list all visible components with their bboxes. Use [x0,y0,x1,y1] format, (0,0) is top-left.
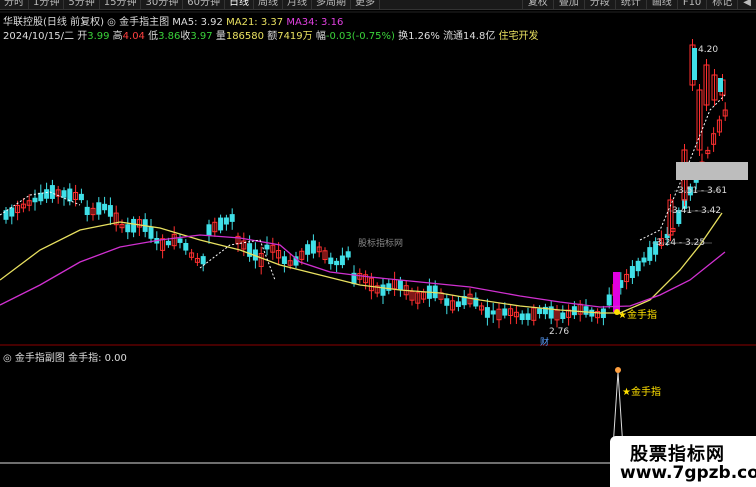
candle-body [61,190,67,198]
level-label-2: 3.41 - 3.42 [672,206,722,216]
candle-body [560,312,566,320]
candle-body [32,197,38,203]
candle-body [310,240,316,254]
candle-body [444,298,450,306]
candle-body [692,48,697,80]
candle-body [223,217,229,225]
candle-body [84,206,90,216]
candle-body [125,224,131,233]
candle-body [718,78,723,92]
sub-indicator-name[interactable]: 金手指副图 [15,353,65,364]
candle-body [380,284,386,296]
candle-body [78,193,84,201]
candle-body [281,256,287,265]
candle-body [583,306,589,315]
candle-body [264,244,270,250]
candle-body [345,251,351,258]
candle-body [102,203,108,211]
candle-body [397,280,403,291]
candle-body [519,313,525,321]
candle-body [537,308,543,314]
candle-body [525,313,531,320]
candle-body [484,307,490,318]
candle-body [229,214,235,222]
watermark-center: 股标指标网 [358,239,404,249]
candle-body [148,226,154,239]
candle-body [490,310,496,315]
level-label-3: 3.24 - 3.25 [656,238,706,248]
peak-label: 4.20 [698,45,719,55]
candle-body [432,285,438,299]
candle-body [96,202,102,215]
candle-body [44,189,50,199]
candle-body [107,205,113,217]
candle-body [502,308,508,316]
candle-body [305,244,311,255]
candle-body [647,247,653,261]
candle-body [218,217,224,231]
sub-signal-dot [615,367,621,373]
candle-body [67,188,73,202]
candle-body [641,257,647,263]
low-label: 2.76 [549,327,570,337]
watermark-line2: www.7gpzb.com [620,463,756,483]
candle-body [165,240,171,246]
cai-marker: 财 [540,338,550,348]
resistance-zone [676,162,748,180]
sub-chart-header: ◎ 金手指副图 金手指: 0.00 [3,349,127,364]
candle-body [38,192,44,202]
signal-label-sub: ★金手指 [622,387,661,398]
candle-body [200,256,206,265]
candle-body [328,257,334,265]
candle-body [334,260,340,266]
candle-body [183,242,189,251]
candle-body [9,207,15,217]
signal-label-main: ★金手指 [618,310,657,321]
sub-indicator-value: 金手指: 0.00 [68,353,127,364]
candle-body [206,224,212,236]
sub-settings-icon[interactable]: ◎ [3,353,15,364]
candle-body [606,294,612,306]
candle-body [177,238,183,243]
candle-body [589,309,595,317]
candle-body [635,260,641,272]
candle-body [629,266,635,278]
level-label-1: 3.51 - 3.61 [678,186,728,196]
candle-body [455,301,461,307]
candle-body [131,218,137,233]
watermark-box: 股票指标网 www.7gpzb.com [610,436,756,487]
candle-body [339,255,345,266]
